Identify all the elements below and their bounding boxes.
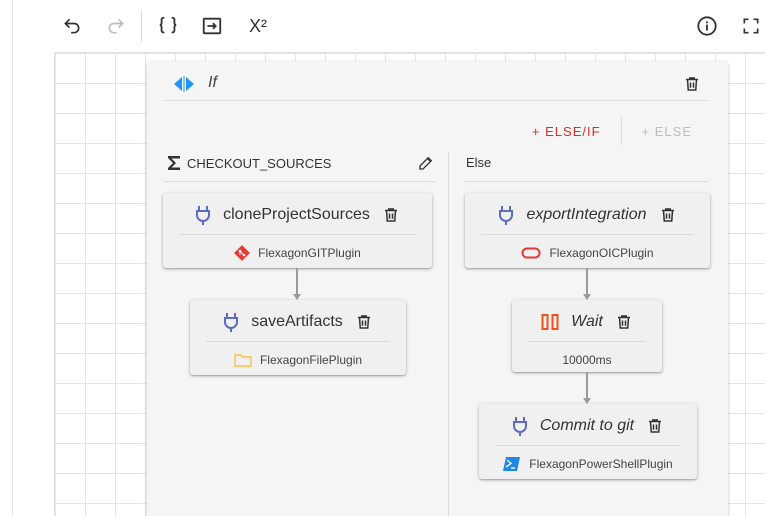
step-card-header: exportIntegration (465, 193, 710, 236)
step-card[interactable]: cloneProjectSources FlexagonGITPlugin (163, 193, 432, 268)
card-divider (206, 341, 390, 342)
folder-icon (234, 353, 252, 367)
plugin-row: FlexagonFilePlugin (190, 346, 406, 374)
step-name: Commit to git (539, 416, 635, 434)
code-braces-icon[interactable] (154, 12, 182, 40)
superscript-label: X² (249, 15, 267, 36)
plugin-name: FlexagonPowerShellPlugin (529, 457, 673, 471)
plug-icon (512, 416, 528, 436)
actions-separator (620, 117, 622, 145)
plugin-row: FlexagonGITPlugin (163, 239, 432, 267)
delete-icon[interactable] (646, 416, 664, 436)
wait-duration: 10000ms (562, 353, 612, 367)
branch-header-else: Else (464, 152, 709, 182)
edit-icon[interactable] (417, 154, 435, 172)
branch-divider (448, 152, 449, 516)
step-card-header: Wait (512, 300, 662, 343)
step-card-header: saveArtifacts (190, 300, 406, 343)
card-divider (495, 445, 681, 446)
card-divider (179, 234, 416, 235)
delete-icon[interactable] (659, 205, 677, 225)
step-card-header: Commit to git (479, 404, 697, 447)
plugin-row: FlexagonOICPlugin (465, 239, 710, 267)
import-icon[interactable] (198, 12, 226, 40)
plug-icon (195, 205, 211, 225)
branch-condition-label: CHECKOUT_SOURCES (187, 156, 332, 171)
step-name: cloneProjectSources (223, 205, 370, 223)
plug-icon (223, 312, 239, 332)
step-card-header: cloneProjectSources (163, 193, 432, 236)
card-divider (481, 234, 694, 235)
plugin-name: FlexagonOICPlugin (549, 246, 654, 260)
step-name: Wait (571, 312, 603, 330)
git-icon (234, 245, 251, 261)
undo-icon[interactable] (58, 12, 86, 40)
step-card[interactable]: Wait 10000ms (512, 300, 662, 372)
add-else-button[interactable]: + ELSE (636, 120, 698, 143)
fullscreen-icon[interactable] (737, 12, 765, 40)
if-branch-icon (173, 75, 195, 93)
add-else-if-button[interactable]: + ELSE/IF (526, 120, 607, 143)
plugin-name: FlexagonFilePlugin (259, 353, 363, 367)
superscript-button[interactable]: X² (244, 12, 272, 40)
sigma-icon (167, 155, 181, 171)
step-card[interactable]: exportIntegration FlexagonOICPlugin (465, 193, 710, 268)
step-name: exportIntegration (526, 205, 647, 223)
plug-icon (498, 205, 514, 225)
left-panel-border (12, 0, 13, 516)
wait-duration-row: 10000ms (512, 346, 662, 374)
step-card[interactable]: Commit to git FlexagonPowerShellPlugin (479, 404, 697, 479)
delete-icon[interactable] (382, 205, 400, 225)
editor-toolbar: X² (0, 0, 765, 52)
branch-header-checkout-sources: CHECKOUT_SOURCES (163, 152, 435, 182)
toolbar-separator (141, 10, 142, 42)
flow-connector (586, 268, 588, 294)
if-block-title: If (208, 74, 217, 91)
delete-icon[interactable] (615, 312, 633, 332)
card-divider (528, 341, 646, 342)
else-branch-label: Else (466, 155, 492, 170)
delete-icon[interactable] (683, 74, 701, 94)
step-name: saveArtifacts (251, 312, 343, 330)
branch-actions: + ELSE/IF + ELSE (526, 117, 698, 145)
delete-icon[interactable] (355, 312, 373, 332)
powershell-icon (503, 456, 521, 472)
flow-connector (586, 372, 588, 398)
plugin-row: FlexagonPowerShellPlugin (479, 450, 697, 478)
flow-connector (296, 268, 298, 294)
oracle-icon (521, 247, 541, 259)
info-icon[interactable] (693, 12, 721, 40)
redo-icon[interactable] (102, 12, 130, 40)
plugin-name: FlexagonGITPlugin (258, 246, 361, 260)
pause-icon (541, 313, 559, 330)
step-card[interactable]: saveArtifacts FlexagonFilePlugin (190, 300, 406, 375)
if-block-header: If (163, 71, 709, 101)
